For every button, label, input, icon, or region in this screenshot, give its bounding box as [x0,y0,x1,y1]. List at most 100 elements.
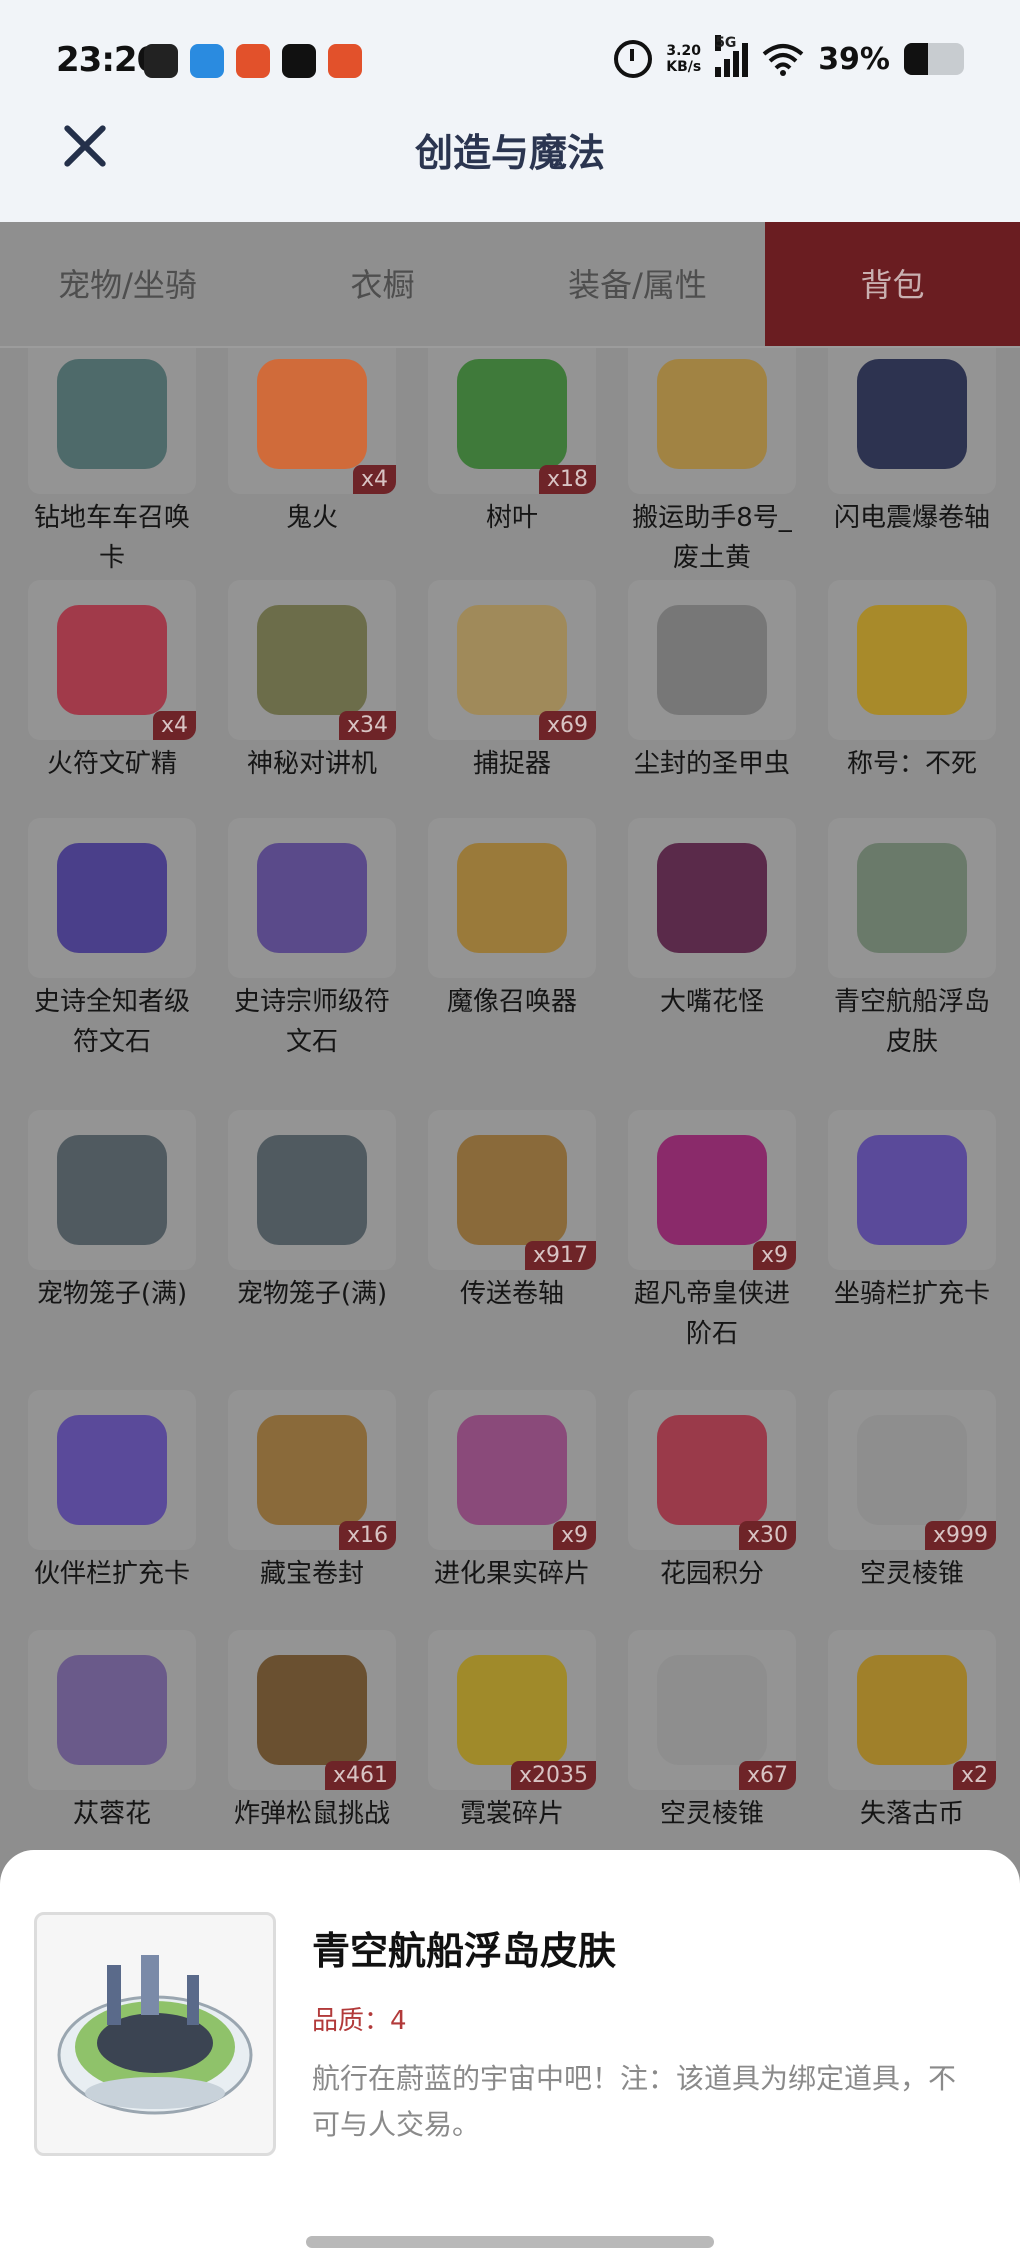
inventory-item[interactable]: x4 鬼火 [224,348,400,578]
home-indicator[interactable] [306,2236,714,2248]
tab-wardrobe[interactable]: 衣橱 [255,222,510,346]
inventory-item[interactable]: x30 花园积分 [624,1390,800,1594]
item-name: 魔像召唤器 [446,987,577,1017]
tab-equipment[interactable]: 装备/属性 [510,222,765,346]
item-name: 钻地车车召唤卡 [33,503,190,573]
inventory-item[interactable]: 钻地车车召唤卡 [24,348,200,578]
item-thumbnail [28,348,196,494]
inventory-item[interactable]: 苁蓉花 [24,1630,200,1834]
wifi-icon [762,44,804,76]
item-icon [657,1415,767,1525]
inventory-item[interactable]: 宠物笼子(满) [224,1110,400,1354]
item-icon [57,843,167,953]
item-name: 空灵棱锥 [659,1799,764,1829]
item-row: 钻地车车召唤卡 x4 鬼火 x18 树叶 搬运助手8号_废土黄 闪电震爆卷轴 [24,348,998,578]
item-thumbnail: x69 [428,580,596,740]
item-icon [257,359,367,469]
item-count-badge: x4 [352,465,396,494]
item-name: 树叶 [485,503,538,533]
item-icon [457,605,567,715]
item-thumbnail: x2035 [428,1630,596,1790]
page-title: 创造与魔法 [414,131,605,175]
item-thumbnail: x917 [428,1110,596,1270]
status-right: 3.20 KB/s 5G 39% [614,35,964,78]
item-name: 伙伴栏扩充卡 [33,1559,190,1589]
inventory-item[interactable]: 伙伴栏扩充卡 [24,1390,200,1594]
item-count-badge: x917 [524,1241,596,1270]
item-icon [857,1135,967,1245]
item-thumbnail: x18 [428,348,596,494]
status-app-icon [190,44,224,78]
inventory-item[interactable]: 魔像召唤器 [424,818,600,1062]
item-name: 大嘴花怪 [659,987,764,1017]
item-thumbnail [428,818,596,978]
item-icon [57,1415,167,1525]
inventory-item[interactable]: 大嘴花怪 [624,818,800,1062]
inventory-item[interactable]: x9 进化果实碎片 [424,1390,600,1594]
item-count-badge: x16 [338,1521,396,1550]
item-name: 霓裳碎片 [459,1799,564,1829]
item-icon [857,1655,967,1765]
inventory-item[interactable]: 史诗全知者级符文石 [24,818,200,1062]
tab-backpack[interactable]: 背包 [765,222,1020,346]
inventory-item[interactable]: 坐骑栏扩充卡 [824,1110,998,1354]
inventory-item[interactable]: 称号：不死 [824,580,998,784]
inventory-item[interactable]: x18 树叶 [424,348,600,578]
item-detail-sheet: 青空航船浮岛皮肤 品质：4 航行在蔚蓝的宇宙中吧！注：该道具为绑定道具，不可与人… [0,1850,1020,2267]
item-icon [457,1415,567,1525]
inventory-item[interactable]: 宠物笼子(满) [24,1110,200,1354]
item-thumbnail: x16 [228,1390,396,1550]
item-thumbnail [628,580,796,740]
item-thumbnail: x34 [228,580,396,740]
inventory-item[interactable]: 史诗宗师级符文石 [224,818,400,1062]
category-tabs: 宠物/坐骑 衣橱 装备/属性 背包 [0,222,1020,348]
item-name: 进化果实碎片 [433,1559,590,1589]
item-thumbnail: x9 [628,1110,796,1270]
status-app-icon [282,44,316,78]
inventory-item[interactable]: x67 空灵棱锥 [624,1630,800,1834]
inventory-item[interactable]: x69 捕捉器 [424,580,600,784]
item-row: x4 火符文矿精 x34 神秘对讲机 x69 捕捉器 尘封的圣甲虫 称号：不死 [24,580,998,784]
inventory-item[interactable]: x4 火符文矿精 [24,580,200,784]
item-name: 传送卷轴 [459,1279,564,1309]
item-icon [857,605,967,715]
item-name: 宠物笼子(满) [36,1279,188,1309]
inventory-item[interactable]: 青空航船浮岛皮肤 [824,818,998,1062]
item-count-badge: x30 [738,1521,796,1550]
item-count-badge: x2035 [510,1761,596,1790]
inventory-item[interactable]: x16 藏宝卷封 [224,1390,400,1594]
item-icon [57,1135,167,1245]
item-name: 苁蓉花 [72,1799,151,1829]
item-icon [457,1655,567,1765]
inventory-item[interactable]: x2035 霓裳碎片 [424,1630,600,1834]
network-type: 5G [715,35,737,51]
item-icon [57,605,167,715]
inventory-item[interactable]: x917 传送卷轴 [424,1110,600,1354]
item-thumbnail [28,818,196,978]
item-count-badge: x999 [924,1521,996,1550]
tab-pets-mounts[interactable]: 宠物/坐骑 [0,222,255,346]
inventory-item[interactable]: x461 炸弹松鼠挑战 [224,1630,400,1834]
item-name: 失落古币 [859,1799,964,1829]
item-thumbnail [828,1110,996,1270]
item-thumbnail: x999 [828,1390,996,1550]
item-icon [457,1135,567,1245]
item-count-badge: x9 [752,1241,796,1270]
item-thumbnail: x4 [28,580,196,740]
item-row: 伙伴栏扩充卡 x16 藏宝卷封 x9 进化果实碎片 x30 花园积分 x999 空灵棱锥 [24,1390,998,1594]
inventory-item[interactable]: x999 空灵棱锥 [824,1390,998,1594]
item-count-badge: x34 [338,711,396,740]
item-icon [57,359,167,469]
inventory-item[interactable]: 搬运助手8号_废土黄 [624,348,800,578]
inventory-item[interactable]: x34 神秘对讲机 [224,580,400,784]
item-name: 超凡帝皇侠进阶石 [633,1279,790,1349]
inventory-item[interactable]: x2 失落古币 [824,1630,998,1834]
item-name: 空灵棱锥 [859,1559,964,1589]
status-app-icon [236,44,270,78]
inventory-item[interactable]: 尘封的圣甲虫 [624,580,800,784]
inventory-item[interactable]: x9 超凡帝皇侠进阶石 [624,1110,800,1354]
item-name: 称号：不死 [846,749,977,779]
inventory-item[interactable]: 闪电震爆卷轴 [824,348,998,578]
battery-percent: 39% [818,41,890,77]
status-bar: 23:20 3.20 KB/s 5G 39% [0,0,1020,120]
